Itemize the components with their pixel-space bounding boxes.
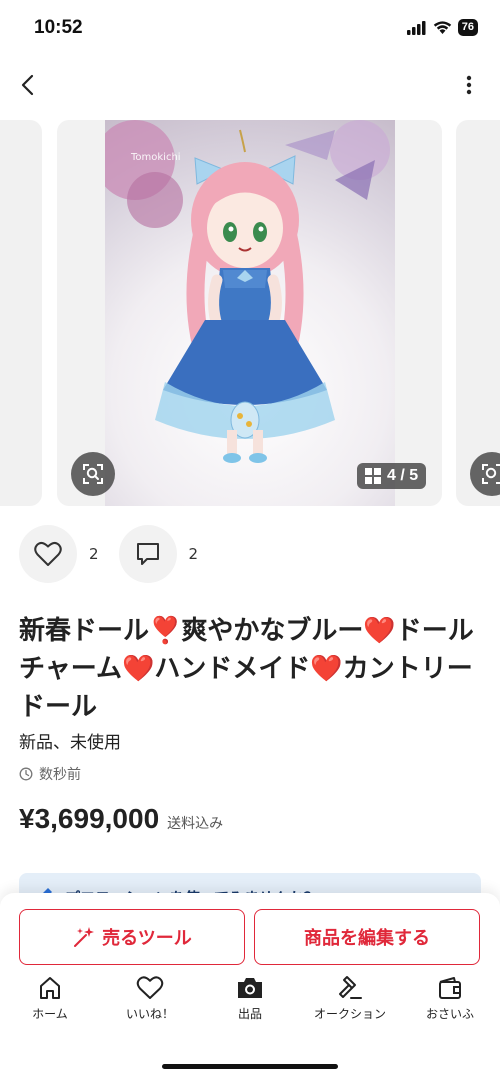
doll-illustration: Tomokichi xyxy=(105,120,390,463)
more-options-button[interactable] xyxy=(454,70,484,100)
product-price: ¥3,699,000 xyxy=(19,803,160,834)
tab-home-label: ホーム xyxy=(32,1007,68,1021)
posted-time-text: 数秒前 xyxy=(39,767,81,783)
tab-bar: ホーム いいね！ 出品 オークション おさいふ xyxy=(0,975,500,1035)
title-heart-icon: ❣️ xyxy=(149,616,182,646)
tab-wallet[interactable]: おさいふ xyxy=(400,975,500,1035)
tab-sell-label: 出品 xyxy=(237,1007,262,1021)
wallet-icon xyxy=(439,977,461,999)
camera-icon xyxy=(238,978,262,998)
gavel-icon xyxy=(339,976,362,999)
bottom-action-sheet: 売るツール 商品を編集する ホーム いいね！ 出品 オークション おさいふ xyxy=(0,893,500,1080)
tab-auction-label: オークション xyxy=(313,1007,386,1021)
heart-icon xyxy=(136,976,164,999)
zoom-button-next[interactable] xyxy=(470,452,500,496)
title-segment: 新春ドール xyxy=(19,616,150,646)
comment-icon xyxy=(136,543,159,565)
image-page-counter: 4 / 5 xyxy=(357,463,427,489)
page-counter-text: 4 / 5 xyxy=(387,467,419,484)
title-heart-icon: ❤️ xyxy=(363,616,396,646)
like-button[interactable] xyxy=(19,525,77,583)
tab-home[interactable]: ホーム xyxy=(0,975,100,1035)
tab-wallet-label: おさいふ xyxy=(425,1007,474,1021)
zoom-scan-icon xyxy=(83,464,103,484)
wifi-icon xyxy=(433,20,451,34)
carousel-slide-current[interactable]: Tomokichi 4 / 5 xyxy=(57,120,442,506)
title-heart-icon: ❤️ xyxy=(121,654,155,684)
tab-sell[interactable]: 出品 xyxy=(200,975,300,1035)
heart-icon xyxy=(34,541,62,566)
posted-time: 数秒前 xyxy=(19,764,81,784)
status-bar: 10:52 76 xyxy=(0,0,500,56)
title-segment: ハンドメイド xyxy=(154,654,311,684)
tab-likes-label: いいね！ xyxy=(125,1007,174,1021)
edit-item-button[interactable]: 商品を編集する xyxy=(254,909,480,965)
home-indicator xyxy=(162,1064,338,1069)
photo-watermark: Tomokichi xyxy=(130,152,181,163)
edit-item-label: 商品を編集する xyxy=(304,928,430,949)
nav-bar xyxy=(0,60,500,110)
battery-indicator: 76 xyxy=(457,19,478,36)
title-segment: 爽やかなブルー xyxy=(181,616,364,646)
price-row: ¥3,699,000 送料込み xyxy=(19,803,223,835)
back-button[interactable] xyxy=(12,70,42,100)
title-heart-icon: ❤️ xyxy=(310,654,343,684)
home-icon xyxy=(40,977,60,999)
comment-button[interactable] xyxy=(118,525,177,583)
status-time: 10:52 xyxy=(34,17,83,38)
carousel-slide-previous[interactable]: / 5 xyxy=(0,120,42,506)
clock-icon xyxy=(19,767,33,781)
zoom-button[interactable] xyxy=(71,452,115,496)
sell-tool-label: 売るツール xyxy=(102,928,192,949)
sparkle-wand-icon xyxy=(74,927,95,947)
image-carousel[interactable]: / 5 Tomokichi xyxy=(0,120,500,508)
grid-icon xyxy=(365,468,381,484)
like-count: 2 xyxy=(89,545,99,563)
tab-likes[interactable]: いいね！ xyxy=(100,975,200,1035)
zoom-scan-icon xyxy=(482,464,500,484)
chevron-left-icon xyxy=(21,74,34,96)
tab-auction[interactable]: オークション xyxy=(300,975,400,1035)
product-condition: 新品、未使用 xyxy=(19,733,121,753)
sell-tool-button[interactable]: 売るツール xyxy=(19,909,245,965)
status-icons: 76 xyxy=(406,19,478,36)
reactions-row: 2 2 xyxy=(19,525,218,583)
product-title: 新春ドール❣️爽やかなブルー❤️ドールチャーム❤️ハンドメイド❤️カントリードー… xyxy=(19,612,481,726)
comment-count: 2 xyxy=(188,545,199,563)
more-vertical-icon xyxy=(466,75,472,95)
signal-icon xyxy=(406,20,426,35)
product-photo[interactable]: Tomokichi xyxy=(105,120,395,506)
carousel-slide-next[interactable] xyxy=(456,120,500,506)
shipping-label: 送料込み xyxy=(167,816,224,832)
